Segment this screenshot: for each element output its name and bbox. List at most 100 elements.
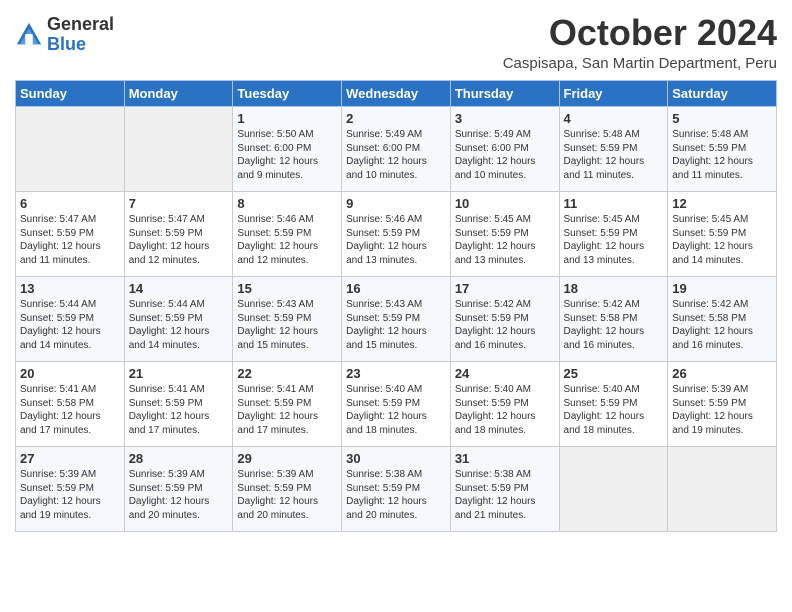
calendar-cell: 5 Sunrise: 5:48 AM Sunset: 5:59 PM Daylig… [668, 107, 777, 192]
calendar-cell: 2 Sunrise: 5:49 AM Sunset: 6:00 PM Daylig… [342, 107, 451, 192]
calendar-cell: 7Sunrise: 5:47 AM Sunset: 5:59 PM Daylig… [124, 192, 233, 277]
calendar-day-header: Wednesday [342, 81, 451, 107]
calendar-day-header: Thursday [450, 81, 559, 107]
day-number: 19 [672, 281, 772, 296]
day-number: 14 [129, 281, 229, 296]
calendar-cell: 28 Sunrise: 5:39 AM Sunset: 5:59 PM Dayli… [124, 447, 233, 532]
day-number: 4 [564, 111, 664, 126]
day-number: 6 [20, 196, 120, 211]
day-detail: Sunrise: 5:43 AM Sunset: 5:59 PM Dayligh… [346, 298, 446, 352]
calendar-week-row: 20 Sunrise: 5:41 AM Sunset: 5:58 PM Dayli… [16, 362, 777, 447]
day-detail: Sunrise: 5:42 AM Sunset: 5:58 PM Dayligh… [672, 298, 772, 352]
logo-text: General Blue [47, 15, 114, 55]
day-number: 10 [455, 196, 555, 211]
calendar-cell: 29 Sunrise: 5:39 AM Sunset: 5:59 PM Dayli… [233, 447, 342, 532]
day-number: 22 [237, 366, 337, 381]
calendar-cell: 16 Sunrise: 5:43 AM Sunset: 5:59 PM Dayli… [342, 277, 451, 362]
day-detail: Sunrise: 5:48 AM Sunset: 5:59 PM Dayligh… [564, 128, 664, 182]
day-number: 20 [20, 366, 120, 381]
day-number: 1 [237, 111, 337, 126]
location: Caspisapa, San Martin Department, Peru [503, 55, 777, 72]
calendar-cell: 26 Sunrise: 5:39 AM Sunset: 5:59 PM Dayli… [668, 362, 777, 447]
day-number: 9 [346, 196, 446, 211]
day-detail: Sunrise: 5:44 AM Sunset: 5:59 PM Dayligh… [20, 298, 120, 352]
day-detail: Sunrise: 5:39 AM Sunset: 5:59 PM Dayligh… [20, 468, 120, 522]
day-detail: Sunrise: 5:45 AM Sunset: 5:59 PM Dayligh… [672, 213, 772, 267]
day-number: 15 [237, 281, 337, 296]
day-number: 21 [129, 366, 229, 381]
day-number: 2 [346, 111, 446, 126]
calendar-cell: 6 Sunrise: 5:47 AM Sunset: 5:59 PM Daylig… [16, 192, 125, 277]
day-detail: Sunrise: 5:43 AM Sunset: 5:59 PM Dayligh… [237, 298, 337, 352]
calendar-cell: 25 Sunrise: 5:40 AM Sunset: 5:59 PM Dayli… [559, 362, 668, 447]
calendar-body: 1 Sunrise: 5:50 AM Sunset: 6:00 PM Daylig… [16, 107, 777, 532]
day-detail: Sunrise: 5:47 AM Sunset: 5:59 PM Dayligh… [20, 213, 120, 267]
calendar-cell: 9 Sunrise: 5:46 AM Sunset: 5:59 PM Daylig… [342, 192, 451, 277]
day-detail: Sunrise: 5:41 AM Sunset: 5:59 PM Dayligh… [129, 383, 229, 437]
logo: General Blue [15, 15, 114, 55]
day-number: 23 [346, 366, 446, 381]
day-number: 30 [346, 451, 446, 466]
calendar-week-row: 1 Sunrise: 5:50 AM Sunset: 6:00 PM Daylig… [16, 107, 777, 192]
day-detail: Sunrise: 5:42 AM Sunset: 5:58 PM Dayligh… [564, 298, 664, 352]
day-detail: Sunrise: 5:46 AM Sunset: 5:59 PM Dayligh… [346, 213, 446, 267]
day-detail: Sunrise: 5:45 AM Sunset: 5:59 PM Dayligh… [455, 213, 555, 267]
day-detail: Sunrise: 5:45 AM Sunset: 5:59 PM Dayligh… [564, 213, 664, 267]
month-title: October 2024 [503, 15, 777, 51]
calendar-cell: 20 Sunrise: 5:41 AM Sunset: 5:58 PM Dayli… [16, 362, 125, 447]
day-detail: Sunrise: 5:49 AM Sunset: 6:00 PM Dayligh… [346, 128, 446, 182]
calendar-cell: 15 Sunrise: 5:43 AM Sunset: 5:59 PM Dayli… [233, 277, 342, 362]
calendar-cell [559, 447, 668, 532]
calendar-week-row: 27Sunrise: 5:39 AM Sunset: 5:59 PM Dayli… [16, 447, 777, 532]
calendar-cell: 17Sunrise: 5:42 AM Sunset: 5:59 PM Dayli… [450, 277, 559, 362]
calendar-header-row: SundayMondayTuesdayWednesdayThursdayFrid… [16, 81, 777, 107]
day-detail: Sunrise: 5:38 AM Sunset: 5:59 PM Dayligh… [346, 468, 446, 522]
calendar-day-header: Sunday [16, 81, 125, 107]
day-detail: Sunrise: 5:44 AM Sunset: 5:59 PM Dayligh… [129, 298, 229, 352]
day-number: 26 [672, 366, 772, 381]
day-detail: Sunrise: 5:38 AM Sunset: 5:59 PM Dayligh… [455, 468, 555, 522]
day-detail: Sunrise: 5:41 AM Sunset: 5:59 PM Dayligh… [237, 383, 337, 437]
calendar-cell: 19 Sunrise: 5:42 AM Sunset: 5:58 PM Dayli… [668, 277, 777, 362]
calendar-cell: 3Sunrise: 5:49 AM Sunset: 6:00 PM Daylig… [450, 107, 559, 192]
day-number: 28 [129, 451, 229, 466]
calendar-cell: 31Sunrise: 5:38 AM Sunset: 5:59 PM Dayli… [450, 447, 559, 532]
calendar-table: SundayMondayTuesdayWednesdayThursdayFrid… [15, 80, 777, 532]
calendar-week-row: 13 Sunrise: 5:44 AM Sunset: 5:59 PM Dayli… [16, 277, 777, 362]
calendar-week-row: 6 Sunrise: 5:47 AM Sunset: 5:59 PM Daylig… [16, 192, 777, 277]
calendar-cell: 22 Sunrise: 5:41 AM Sunset: 5:59 PM Dayli… [233, 362, 342, 447]
day-number: 24 [455, 366, 555, 381]
day-detail: Sunrise: 5:40 AM Sunset: 5:59 PM Dayligh… [346, 383, 446, 437]
day-number: 25 [564, 366, 664, 381]
day-detail: Sunrise: 5:39 AM Sunset: 5:59 PM Dayligh… [672, 383, 772, 437]
calendar-cell: 12Sunrise: 5:45 AM Sunset: 5:59 PM Dayli… [668, 192, 777, 277]
calendar-cell: 8Sunrise: 5:46 AM Sunset: 5:59 PM Daylig… [233, 192, 342, 277]
day-detail: Sunrise: 5:39 AM Sunset: 5:59 PM Dayligh… [237, 468, 337, 522]
day-detail: Sunrise: 5:40 AM Sunset: 5:59 PM Dayligh… [455, 383, 555, 437]
day-detail: Sunrise: 5:39 AM Sunset: 5:59 PM Dayligh… [129, 468, 229, 522]
calendar-day-header: Tuesday [233, 81, 342, 107]
calendar-cell: 4 Sunrise: 5:48 AM Sunset: 5:59 PM Daylig… [559, 107, 668, 192]
calendar-cell: 14 Sunrise: 5:44 AM Sunset: 5:59 PM Dayli… [124, 277, 233, 362]
calendar-cell: 30 Sunrise: 5:38 AM Sunset: 5:59 PM Dayli… [342, 447, 451, 532]
day-number: 16 [346, 281, 446, 296]
calendar-day-header: Saturday [668, 81, 777, 107]
calendar-cell [124, 107, 233, 192]
calendar-cell: 11Sunrise: 5:45 AM Sunset: 5:59 PM Dayli… [559, 192, 668, 277]
day-number: 18 [564, 281, 664, 296]
day-number: 13 [20, 281, 120, 296]
day-detail: Sunrise: 5:41 AM Sunset: 5:58 PM Dayligh… [20, 383, 120, 437]
day-detail: Sunrise: 5:48 AM Sunset: 5:59 PM Dayligh… [672, 128, 772, 182]
calendar-cell: 10 Sunrise: 5:45 AM Sunset: 5:59 PM Dayli… [450, 192, 559, 277]
day-number: 17 [455, 281, 555, 296]
calendar-cell [16, 107, 125, 192]
calendar-cell: 1 Sunrise: 5:50 AM Sunset: 6:00 PM Daylig… [233, 107, 342, 192]
day-number: 3 [455, 111, 555, 126]
calendar-cell: 21 Sunrise: 5:41 AM Sunset: 5:59 PM Dayli… [124, 362, 233, 447]
calendar-cell [668, 447, 777, 532]
day-detail: Sunrise: 5:50 AM Sunset: 6:00 PM Dayligh… [237, 128, 337, 182]
calendar-cell: 27Sunrise: 5:39 AM Sunset: 5:59 PM Dayli… [16, 447, 125, 532]
day-number: 5 [672, 111, 772, 126]
day-number: 29 [237, 451, 337, 466]
day-detail: Sunrise: 5:40 AM Sunset: 5:59 PM Dayligh… [564, 383, 664, 437]
